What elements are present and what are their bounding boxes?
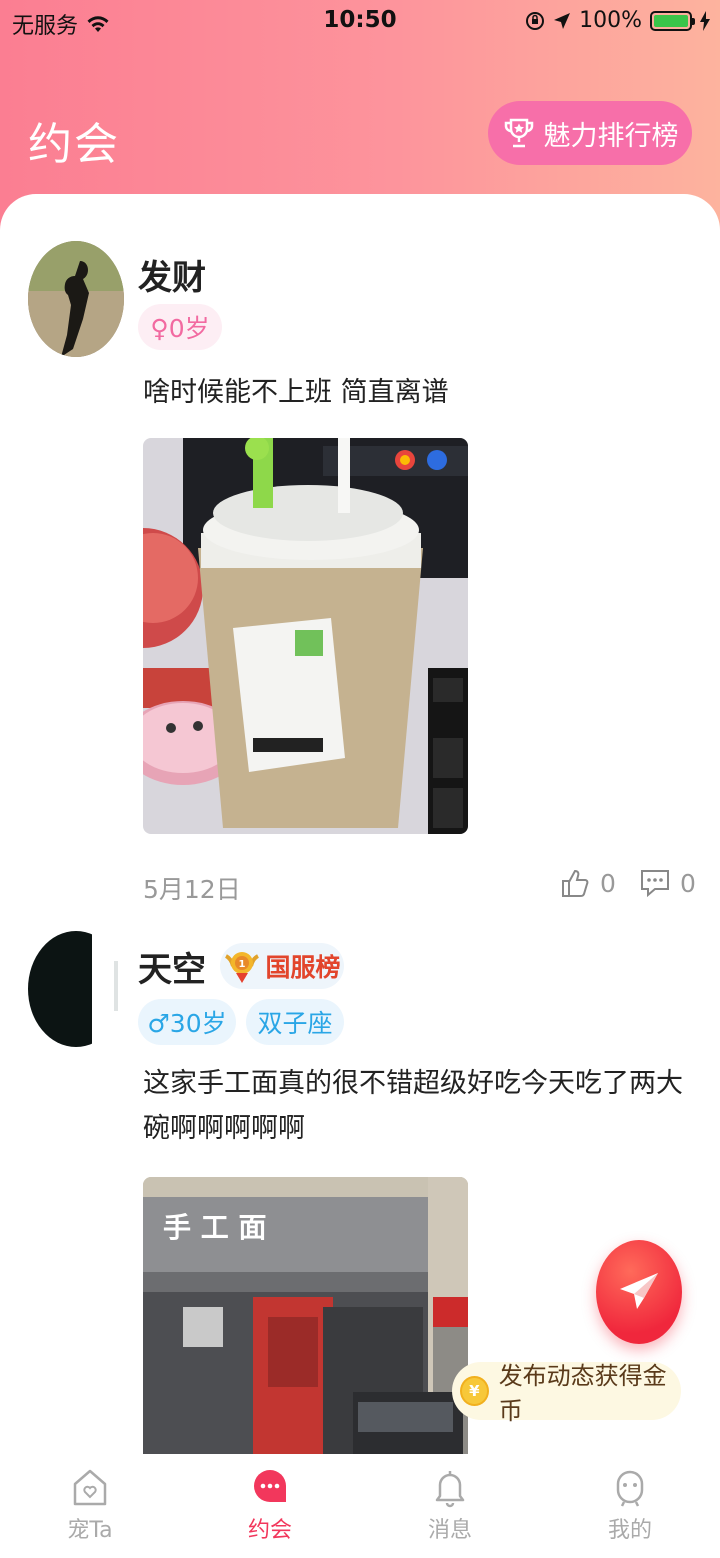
post-text: 这家手工面真的很不错超级好吃今天吃了两大碗啊啊啊啊啊: [143, 1068, 683, 1144]
post-date: 5月12日: [143, 875, 241, 904]
medal-icon: 1: [225, 952, 260, 983]
tab-pet-label: 宠Ta: [67, 1518, 113, 1543]
chat-bubble-icon: [254, 1470, 286, 1502]
house-heart-icon: [73, 1469, 107, 1506]
charging-bolt-icon: [700, 10, 710, 31]
page-title: 约会: [28, 119, 120, 170]
paper-plane-icon: [620, 1273, 658, 1309]
tab-messages-label: 消息: [427, 1518, 472, 1543]
charm-ranking-label: 魅力排行榜: [543, 120, 679, 152]
publish-post-button[interactable]: [596, 1240, 682, 1344]
shop-sign: 手 工 面: [163, 1211, 267, 1244]
zodiac-tag: 双子座: [246, 999, 344, 1045]
rank-badge[interactable]: 1 国服榜: [220, 943, 344, 989]
post-text: 啥时候能不上班 简直离谱: [143, 377, 449, 408]
trophy-icon: [504, 118, 533, 148]
tab-mine-label: 我的: [607, 1518, 652, 1543]
tab-dating-label: 约会: [247, 1518, 292, 1543]
post-photo[interactable]: 手 工 面: [143, 1177, 468, 1454]
tab-messages[interactable]: 消息: [360, 1454, 540, 1558]
thumbs-up-icon: [562, 869, 589, 897]
comment-count: 0: [680, 868, 696, 898]
rank-badge-label: 国服榜: [265, 953, 341, 982]
orientation-lock-icon: [526, 11, 545, 30]
comment-icon: [641, 870, 669, 898]
like-count: 0: [600, 868, 616, 898]
tab-dating[interactable]: 约会: [180, 1454, 360, 1558]
comment-button[interactable]: 0: [640, 868, 696, 898]
username[interactable]: 发财: [138, 250, 206, 299]
person-icon: [616, 1470, 644, 1507]
status-bar: 无服务 10:50 100%: [0, 0, 720, 44]
tab-mine[interactable]: 我的: [540, 1454, 720, 1558]
svg-text:1: 1: [239, 959, 246, 970]
like-button[interactable]: 0: [560, 868, 616, 898]
tab-pet[interactable]: 宠Ta: [0, 1454, 180, 1558]
username[interactable]: 天空: [138, 942, 206, 991]
avatar[interactable]: [28, 931, 124, 1047]
coin-reward-label: 发布动态获得金币: [498, 1362, 667, 1425]
avatar[interactable]: [28, 241, 124, 357]
gender-age-tag: ♀0岁: [138, 304, 222, 350]
charm-ranking-button[interactable]: 魅力排行榜: [488, 101, 692, 165]
battery-percent: 100%: [579, 8, 642, 33]
post-card: 发财 ♀0岁 啥时候能不上班 简直离谱 5月12日 0 0: [0, 194, 720, 914]
tab-bar: 宠Ta 约会 消息 我的: [0, 1454, 720, 1558]
coin-reward-tip[interactable]: ¥ 发布动态获得金币: [452, 1362, 681, 1425]
bell-icon: [435, 1471, 465, 1508]
battery-icon: [650, 10, 695, 31]
coin-icon: ¥: [460, 1376, 489, 1406]
location-arrow-icon: [554, 12, 571, 29]
post-photo[interactable]: [143, 438, 468, 834]
gender-age-tag: ♂30岁: [138, 999, 236, 1045]
